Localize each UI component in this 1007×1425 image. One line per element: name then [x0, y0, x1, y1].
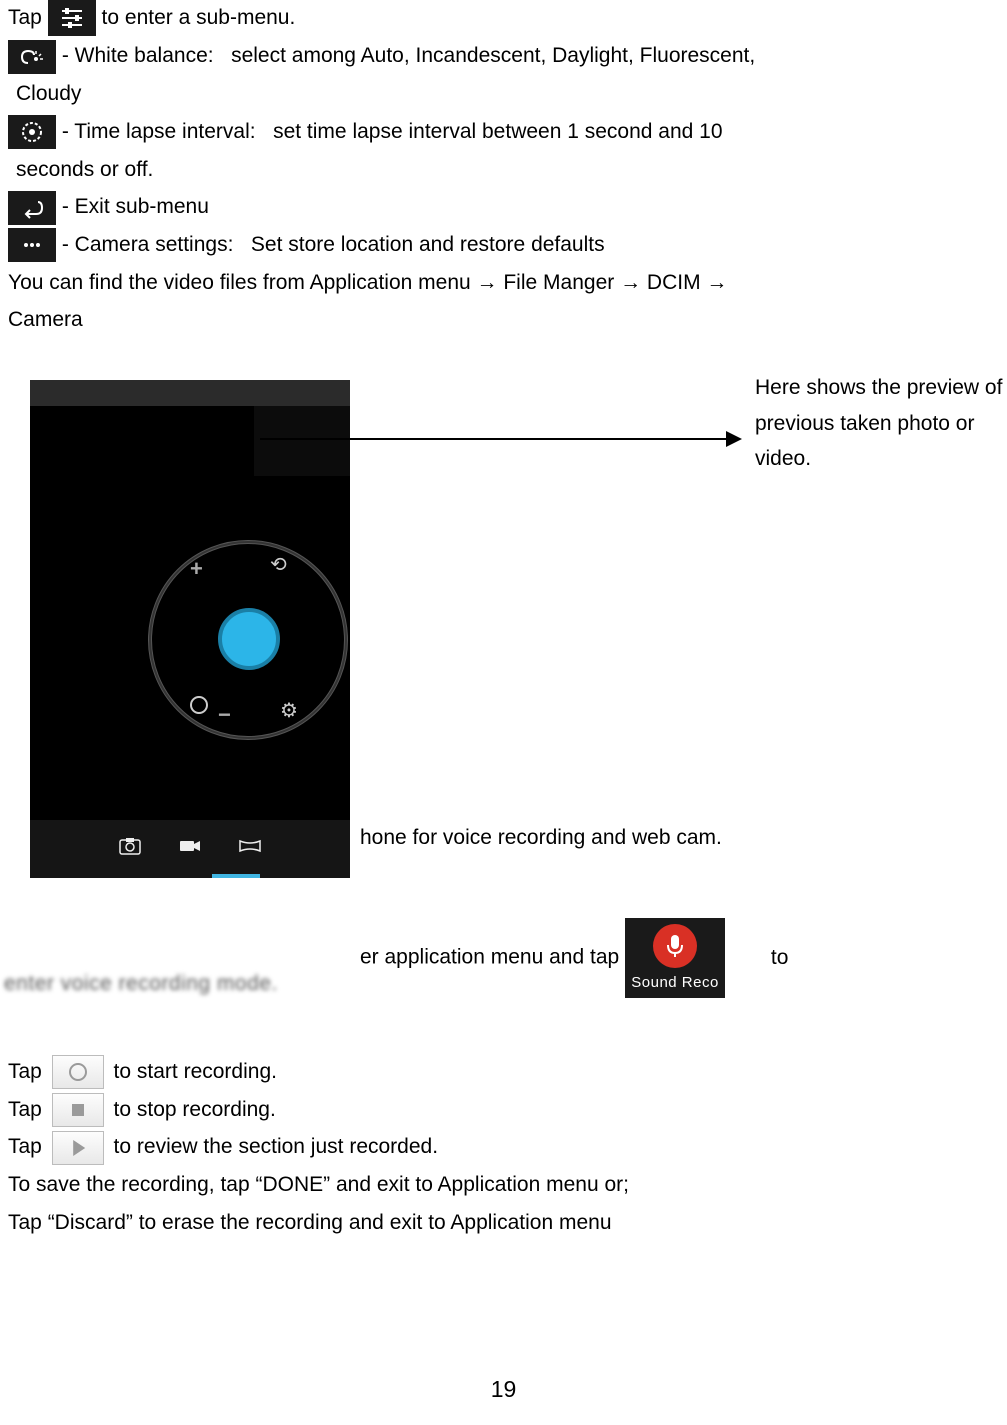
photo-tab-icon[interactable] — [118, 830, 142, 867]
text: Tap — [8, 1098, 42, 1121]
paragraph: er application menu and tap Sound Reco t… — [360, 918, 1000, 998]
camera-mode-tabs — [30, 820, 350, 878]
video-tab-icon[interactable] — [178, 830, 202, 867]
arrow-right-icon: → — [706, 271, 727, 294]
blurred-text: enter voice recording mode. — [4, 966, 278, 1002]
arrow-right-icon: → — [477, 271, 498, 294]
text: to enter a sub-menu. — [102, 6, 296, 29]
text: - Exit sub-menu — [62, 195, 209, 218]
text: - Time lapse interval: set time lapse in… — [62, 120, 723, 143]
settings-icon[interactable]: ⚙ — [280, 694, 298, 728]
status-bar — [30, 380, 350, 406]
settings-dots-icon — [8, 228, 56, 262]
paragraph: - Time lapse interval: set time lapse in… — [8, 114, 999, 150]
text: Tap “Discard” to erase the recording and… — [8, 1205, 629, 1241]
record-button-icon[interactable] — [52, 1055, 104, 1089]
app-label: Sound Reco — [625, 970, 725, 996]
panorama-tab-icon[interactable] — [238, 830, 262, 867]
text: - Camera settings: Set store location an… — [62, 233, 605, 256]
microphone-icon — [653, 924, 697, 968]
white-balance-icon — [8, 40, 56, 74]
stop-button-icon[interactable] — [52, 1093, 104, 1127]
paragraph: Tap to enter a sub-menu. — [8, 0, 999, 36]
paragraph: You can find the video files from Applic… — [8, 265, 999, 301]
annotation-arrow — [260, 438, 740, 440]
paragraph: Tap to start recording. Tap to stop reco… — [8, 1052, 629, 1242]
text: DCIM — [647, 271, 707, 294]
camera-app-screenshot: + ⟲ − ⚙ — [30, 380, 350, 878]
mode-icon[interactable] — [190, 696, 208, 714]
text: to review the section just recorded. — [114, 1135, 439, 1158]
text: Camera — [8, 302, 999, 338]
text-fragment: to — [771, 946, 789, 969]
paragraph: - Camera settings: Set store location an… — [8, 227, 999, 263]
zoom-out-icon[interactable]: − — [218, 696, 231, 733]
text: You can find the video files from Applic… — [8, 271, 477, 294]
text: File Manger — [503, 271, 620, 294]
shutter-button[interactable] — [218, 608, 280, 670]
paragraph: - Exit sub-menu — [8, 189, 999, 225]
page-number: 19 — [0, 1370, 1007, 1409]
sliders-icon — [48, 0, 96, 36]
text-fragment: hone for voice recording and web cam. — [360, 820, 722, 856]
switch-camera-icon[interactable]: ⟲ — [270, 548, 287, 582]
text: seconds or off. — [8, 152, 999, 188]
arrow-right-icon: → — [620, 271, 641, 294]
time-lapse-icon — [8, 115, 56, 149]
zoom-in-icon[interactable]: + — [190, 550, 203, 587]
play-button-icon[interactable] — [52, 1131, 104, 1165]
sound-recorder-app-icon[interactable]: Sound Reco — [625, 918, 725, 998]
text: to start recording. — [114, 1060, 277, 1083]
active-tab-indicator — [212, 874, 260, 878]
text: Tap — [8, 1060, 42, 1083]
text: - White balance: select among Auto, Inca… — [62, 44, 755, 67]
back-arrow-icon — [8, 191, 56, 225]
text-fragment: er application menu and tap — [360, 946, 619, 969]
text: Cloudy — [8, 76, 999, 112]
text: Tap — [8, 6, 42, 29]
paragraph: - White balance: select among Auto, Inca… — [8, 38, 999, 74]
text: to stop recording. — [114, 1098, 276, 1121]
text: Tap — [8, 1135, 42, 1158]
text: To save the recording, tap “DONE” and ex… — [8, 1167, 629, 1203]
annotation-text: Here shows the preview of previous taken… — [755, 370, 1005, 477]
preview-thumbnail[interactable] — [254, 406, 350, 476]
